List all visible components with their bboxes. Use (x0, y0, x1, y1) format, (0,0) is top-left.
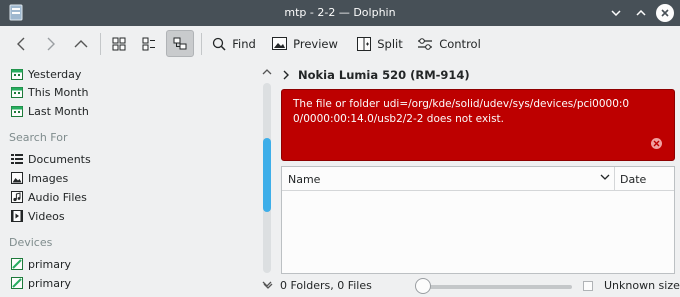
calendar-icon (11, 106, 23, 117)
documents-icon (11, 154, 23, 164)
drive-icon (11, 277, 23, 289)
toolbar: Find Preview Split Control (0, 26, 680, 61)
sidebar-scrollbar-thumb[interactable] (263, 138, 271, 212)
free-space-label: Unknown size (604, 279, 680, 292)
arrow-up-icon (74, 39, 88, 47)
arrow-left-icon (17, 37, 25, 50)
places-item-label: This Month (28, 85, 89, 99)
window-title: mtp - 2-2 — Dolphin (284, 6, 396, 19)
places-item-videos[interactable]: Videos (11, 207, 65, 225)
places-item-label: Images (28, 171, 69, 185)
status-bar: 0 Folders, 0 Files Unknown size (262, 276, 680, 297)
column-divider[interactable] (614, 167, 615, 191)
places-item-images[interactable]: Images (11, 169, 68, 187)
arrow-right-icon (47, 37, 55, 50)
control-button[interactable]: Control (415, 30, 483, 57)
zoom-slider-track[interactable] (418, 285, 572, 289)
icons-view-icon (112, 37, 126, 50)
places-item-label: primary (28, 257, 72, 271)
up-button[interactable] (69, 30, 93, 57)
details-view-icon (173, 37, 187, 49)
places-item-label: Last Month (28, 104, 89, 118)
column-header-date[interactable]: Date (620, 173, 646, 186)
split-button-label: Split (377, 36, 403, 51)
find-button-label: Find (232, 36, 256, 51)
error-message-box: The file or folder udi=/org/kde/solid/ud… (281, 89, 675, 161)
breadcrumb-location[interactable]: Nokia Lumia 520 (RM-914) (298, 68, 470, 82)
scroll-up-icon[interactable] (262, 68, 272, 78)
title-bar: mtp - 2-2 — Dolphin (0, 0, 680, 26)
places-item-label: primary (28, 276, 72, 290)
compact-view-button[interactable] (136, 30, 162, 57)
column-header-name[interactable]: Name (288, 173, 320, 186)
close-icon (653, 140, 660, 147)
places-item-label: Audio Files (28, 190, 87, 204)
places-item-documents[interactable]: Documents (11, 150, 91, 168)
split-view-icon (357, 36, 372, 51)
audio-icon (11, 191, 23, 203)
file-list-view[interactable]: Name Date (281, 166, 675, 274)
breadcrumb[interactable]: Nokia Lumia 520 (RM-914) (283, 67, 470, 83)
control-button-label: Control (439, 36, 481, 51)
sort-chevron-icon[interactable] (600, 172, 610, 182)
toolbar-separator (100, 33, 101, 55)
places-item-yesterday[interactable]: Yesterday (11, 65, 81, 83)
chevron-down-icon[interactable] (263, 283, 273, 289)
places-item-this-month[interactable]: This Month (11, 83, 88, 101)
split-button[interactable]: Split (352, 30, 408, 57)
preview-button-label: Preview (293, 36, 338, 51)
places-item-last-month[interactable]: Last Month (11, 102, 89, 120)
search-icon (213, 37, 226, 51)
calendar-icon (11, 69, 23, 80)
minimize-button[interactable] (607, 4, 625, 22)
chevron-up-icon (636, 10, 646, 16)
chevron-down-icon (611, 10, 621, 16)
back-button[interactable] (9, 30, 33, 57)
places-item-device-primary[interactable]: primary (11, 255, 71, 273)
videos-icon (11, 210, 23, 222)
images-icon (11, 172, 23, 184)
toolbar-separator (201, 33, 202, 55)
zoom-slider-handle[interactable] (415, 278, 431, 294)
dismiss-error-button[interactable] (651, 138, 662, 149)
places-item-audio-files[interactable]: Audio Files (11, 188, 87, 206)
control-menu-icon (418, 37, 433, 50)
details-view-button[interactable] (166, 30, 194, 57)
preview-button[interactable]: Preview (270, 30, 340, 57)
icons-view-button[interactable] (106, 30, 132, 57)
calendar-icon (11, 87, 23, 98)
chevron-right-icon (283, 70, 289, 80)
places-panel: Yesterday This Month Last Month Search F… (0, 61, 274, 297)
compact-view-icon (142, 37, 155, 50)
close-window-button[interactable] (656, 4, 674, 22)
status-summary: 0 Folders, 0 Files (280, 279, 372, 292)
places-item-label: Yesterday (28, 67, 82, 81)
places-item-device-primary[interactable]: primary (11, 274, 71, 292)
space-info-icon (583, 281, 593, 291)
places-item-label: Videos (28, 209, 65, 223)
devices-header: Devices (9, 236, 53, 249)
search-for-header: Search For (9, 131, 68, 144)
find-button[interactable]: Find (208, 30, 260, 57)
places-item-label: Documents (28, 152, 91, 166)
list-header: Name Date (282, 167, 674, 191)
forward-button[interactable] (39, 30, 63, 57)
image-preview-icon (272, 37, 288, 50)
close-icon (661, 9, 669, 17)
maximize-button[interactable] (632, 4, 650, 22)
error-message-text: The file or folder udi=/org/kde/solid/ud… (293, 98, 630, 125)
drive-icon (11, 258, 23, 270)
